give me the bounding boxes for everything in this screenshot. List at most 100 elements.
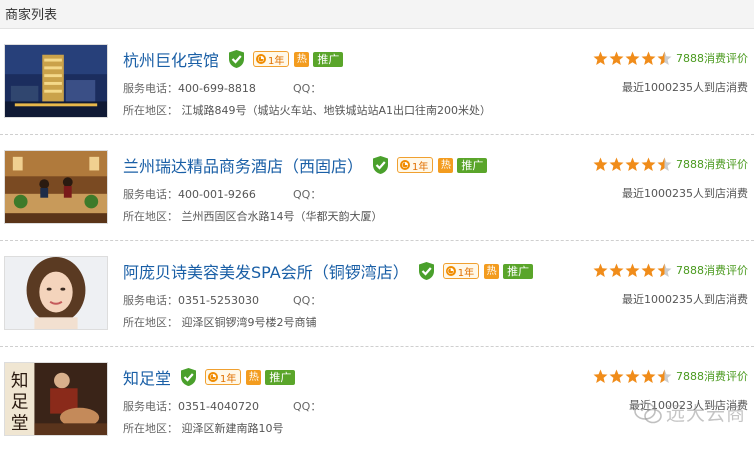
star-full-icon (641, 369, 656, 384)
verified-shield-icon (371, 155, 390, 175)
merchant-title-line: 知足堂 ◔ 1年 热 推广 (123, 365, 296, 389)
phone-number: 0351-4040720 (178, 400, 259, 413)
wechat-icon (634, 401, 662, 423)
merchant-title-line: 杭州巨化宾馆 ◔ 1年 热 推广 (123, 47, 344, 71)
star-full-icon (641, 157, 656, 172)
foot-massage-image[interactable]: 知 足 堂 (4, 362, 108, 436)
star-full-icon (609, 263, 624, 278)
review-count-link[interactable]: 7888消费评价 (676, 156, 748, 172)
star-full-icon (593, 51, 608, 66)
star-full-icon (609, 51, 624, 66)
phone-line: 服务电话：400-699-8818 QQ： (123, 80, 321, 96)
star-full-icon (609, 369, 624, 384)
hotel-tower-image[interactable] (4, 44, 108, 118)
promo-badge: 推广 (457, 157, 488, 173)
visits-text: 最近1000235人到店消费 (622, 293, 748, 306)
clock-icon: ◔ (208, 372, 219, 382)
years-badge: ◔ 1年 (205, 369, 242, 385)
phone-line: 服务电话：0351-4040720 QQ： (123, 398, 321, 414)
address-line: 所在地区： 迎泽区新建南路10号 (123, 420, 284, 436)
verified-shield-icon (227, 49, 246, 69)
star-full-icon (625, 263, 640, 278)
star-full-icon (625, 157, 640, 172)
list-header: 商家列表 (0, 0, 754, 29)
qq-label: QQ： (293, 294, 322, 307)
visits-text: 最近1000235人到店消费 (622, 187, 748, 200)
star-half-icon (657, 157, 672, 172)
merchant-row: 兰州瑞达精品商务酒店（西固店） ◔ 1年 热 推广 服务电话：400-001-92… (0, 135, 754, 241)
promo-badge: 推广 (503, 263, 534, 279)
star-half-icon (657, 369, 672, 384)
area-label: 所在地区： (123, 104, 178, 117)
review-count-link[interactable]: 7888消费评价 (676, 368, 748, 384)
merchant-title-line: 阿庞贝诗美容美发SPA会所（铜锣湾店） ◔ 1年 热 推广 (123, 259, 534, 283)
merchant-name-link[interactable]: 阿庞贝诗美容美发SPA会所（铜锣湾店） (123, 259, 409, 283)
address-line: 所在地区： 兰州西固区合水路14号（华都天韵大厦） (123, 208, 383, 224)
merchant-list: 杭州巨化宾馆 ◔ 1年 热 推广 服务电话：400-699-8818 QQ： 所在… (0, 29, 754, 452)
phone-number: 400-001-9266 (178, 188, 256, 201)
phone-line: 服务电话：0351-5253030 QQ： (123, 292, 321, 308)
years-badge: ◔ 1年 (442, 263, 480, 279)
merchant-name-link[interactable]: 杭州巨化宾馆 (123, 47, 219, 71)
clock-icon: ◔ (445, 266, 456, 276)
hot-badge: 热 (438, 157, 454, 173)
address-text: 迎泽区新建南路10号 (181, 422, 284, 435)
hot-badge: 热 (484, 263, 500, 279)
hot-badge: 热 (246, 369, 262, 385)
woman-portrait-image[interactable] (4, 256, 108, 330)
watermark-text: 远大云商 (665, 403, 746, 425)
star-full-icon (625, 51, 640, 66)
merchant-name-link[interactable]: 知足堂 (123, 365, 171, 389)
star-half-icon (657, 263, 672, 278)
review-count-link[interactable]: 7888消费评价 (676, 50, 748, 66)
area-label: 所在地区： (123, 422, 178, 435)
promo-badge: 推广 (313, 51, 344, 67)
phone-line: 服务电话：400-001-9266 QQ： (123, 186, 321, 202)
svg-text:知: 知 (11, 371, 29, 391)
svg-text:堂: 堂 (11, 414, 29, 434)
phone-number: 0351-5253030 (178, 294, 259, 307)
rating: 7888消费评价 (593, 262, 748, 278)
page-title: 商家列表 (5, 8, 58, 23)
address-text: 兰州西固区合水路14号（华都天韵大厦） (181, 210, 383, 223)
watermark: 远大云商 (634, 399, 746, 426)
address-text: 江城路849号（城站火车站、地铁城站站A1出口往南200米处） (181, 104, 492, 117)
qq-label: QQ： (293, 82, 322, 95)
merchant-name-link[interactable]: 兰州瑞达精品商务酒店（西固店） (123, 153, 363, 177)
verified-shield-icon (179, 367, 198, 387)
rating: 7888消费评价 (593, 368, 748, 384)
visits-text: 最近1000235人到店消费 (622, 81, 748, 94)
years-badge: ◔ 1年 (397, 157, 434, 173)
address-line: 所在地区： 江城路849号（城站火车站、地铁城站站A1出口往南200米处） (123, 102, 491, 118)
star-full-icon (593, 263, 608, 278)
clock-icon: ◔ (400, 160, 411, 170)
hotel-lobby-image[interactable] (4, 150, 108, 224)
star-full-icon (641, 263, 656, 278)
svg-text:足: 足 (11, 393, 29, 413)
star-half-icon (657, 51, 672, 66)
review-count-link[interactable]: 7888消费评价 (676, 262, 748, 278)
clock-icon: ◔ (256, 54, 267, 64)
phone-label: 服务电话： (123, 294, 178, 307)
qq-label: QQ： (293, 400, 322, 413)
address-line: 所在地区： 迎泽区铜锣湾9号楼2号商铺 (123, 314, 317, 330)
verified-shield-icon (417, 261, 436, 281)
star-full-icon (609, 157, 624, 172)
rating: 7888消费评价 (593, 50, 748, 66)
star-full-icon (641, 51, 656, 66)
years-badge: ◔ 1年 (253, 51, 290, 67)
star-full-icon (593, 157, 608, 172)
star-full-icon (625, 369, 640, 384)
area-label: 所在地区： (123, 210, 178, 223)
merchant-row: 杭州巨化宾馆 ◔ 1年 热 推广 服务电话：400-699-8818 QQ： 所在… (0, 29, 754, 135)
hot-badge: 热 (294, 51, 310, 67)
merchant-row: 阿庞贝诗美容美发SPA会所（铜锣湾店） ◔ 1年 热 推广 服务电话：0351-5… (0, 241, 754, 347)
qq-label: QQ： (293, 188, 322, 201)
phone-label: 服务电话： (123, 82, 178, 95)
address-text: 迎泽区铜锣湾9号楼2号商铺 (181, 316, 317, 329)
rating: 7888消费评价 (593, 156, 748, 172)
promo-badge: 推广 (265, 369, 296, 385)
merchant-title-line: 兰州瑞达精品商务酒店（西固店） ◔ 1年 热 推广 (123, 153, 488, 177)
phone-label: 服务电话： (123, 188, 178, 201)
phone-number: 400-699-8818 (178, 82, 256, 95)
